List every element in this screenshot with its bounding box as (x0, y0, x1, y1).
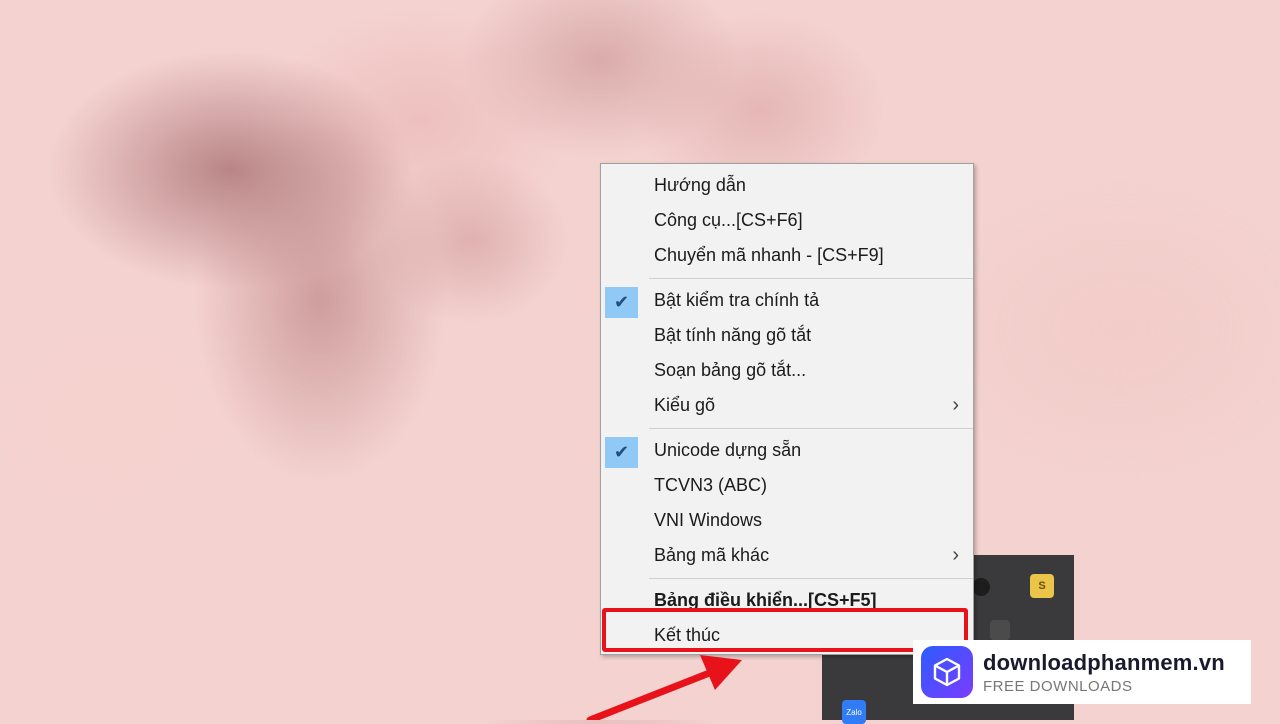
box-logo-icon (921, 646, 973, 698)
annotation-arrow (586, 655, 742, 720)
watermark-subtitle: FREE DOWNLOADS (983, 677, 1133, 695)
watermark-title: downloadphanmem.vn (983, 649, 1225, 675)
watermark-banner: downloadphanmem.vn FREE DOWNLOADS (913, 640, 1251, 704)
